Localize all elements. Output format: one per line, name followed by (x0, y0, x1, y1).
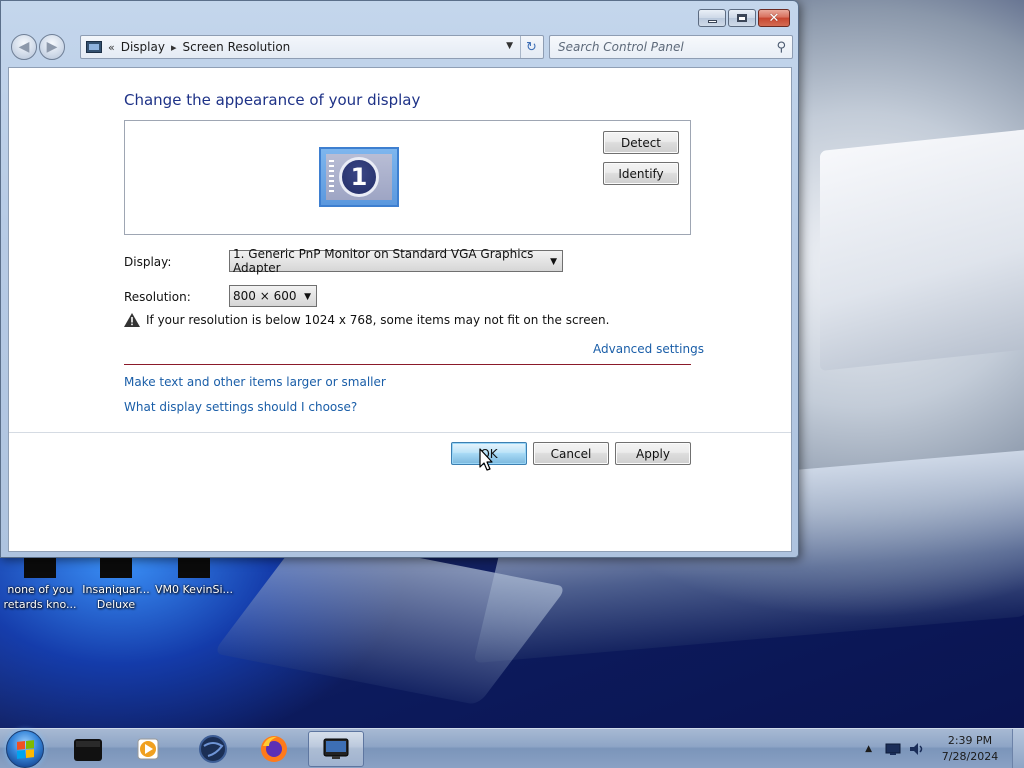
refresh-button[interactable]: ↻ (520, 36, 542, 58)
media-player-icon (137, 738, 159, 760)
globe-icon (199, 735, 227, 763)
taskbar-terminal[interactable] (60, 731, 116, 767)
breadcrumb-separator-icon[interactable]: ▸ (171, 41, 177, 54)
control-panel-icon (86, 41, 102, 53)
display-select[interactable]: 1. Generic PnP Monitor on Standard VGA G… (229, 247, 563, 275)
text-size-link[interactable]: Make text and other items larger or smal… (124, 375, 386, 389)
breadcrumb-overflow[interactable]: « (108, 41, 115, 54)
wallpaper-pane (820, 128, 1024, 372)
display-select-value: 1. Generic PnP Monitor on Standard VGA G… (233, 247, 534, 275)
close-icon: ✕ (768, 10, 780, 26)
display-icon (323, 738, 349, 759)
warning-text: If your resolution is below 1024 x 768, … (146, 313, 610, 327)
network-icon[interactable] (884, 741, 902, 757)
show-desktop-button[interactable] (1012, 729, 1024, 768)
forward-button[interactable]: ▶ (39, 34, 65, 60)
section-divider (124, 364, 691, 365)
desktop-icon-label: Insaniquar... Deluxe (82, 583, 150, 611)
minimize-icon (707, 19, 717, 23)
clock[interactable]: 2:39 PM 7/28/2024 (932, 733, 1008, 765)
monitor-preview-panel: 1 Detect Identify (124, 120, 691, 235)
firefox-icon (261, 736, 287, 762)
file-icon (24, 558, 56, 578)
resolution-select[interactable]: 800 × 600 ▼ (229, 285, 317, 307)
desktop-icon[interactable]: none of you retards kno... (1, 558, 79, 612)
cancel-button[interactable]: Cancel (533, 442, 609, 465)
display-help-link[interactable]: What display settings should I choose? (124, 400, 357, 414)
content-area: Change the appearance of your display 1 … (8, 67, 792, 552)
desktop-icon-label: VM0 KevinSi... (155, 583, 234, 596)
caption-buttons: ✕ (698, 9, 790, 27)
page-title: Change the appearance of your display (124, 91, 421, 109)
system-tray: ▲ 2:39 PM 7/28/2024 (865, 729, 1024, 768)
back-button[interactable]: ◀ (11, 34, 37, 60)
maximize-icon (737, 14, 747, 22)
game-icon (100, 558, 132, 578)
start-button[interactable] (6, 730, 44, 768)
close-button[interactable]: ✕ (758, 9, 790, 27)
minimize-button[interactable] (698, 9, 726, 27)
address-dropdown-icon[interactable]: ▼ (506, 41, 513, 51)
taskbar-screen-resolution[interactable] (308, 731, 364, 767)
clock-time: 2:39 PM (947, 734, 993, 747)
taskbar-media-player[interactable] (120, 731, 176, 767)
breadcrumb-screen-resolution[interactable]: Screen Resolution (183, 40, 291, 54)
chevron-down-icon: ▼ (304, 292, 311, 302)
search-placeholder: Search Control Panel (558, 40, 684, 54)
taskbar-globe-app[interactable] (185, 731, 241, 767)
search-input[interactable]: Search Control Panel ⚲ (549, 35, 793, 59)
breadcrumb-display[interactable]: Display (121, 40, 165, 54)
identify-button[interactable]: Identify (603, 162, 679, 185)
detect-button[interactable]: Detect (603, 131, 679, 154)
clock-date: 7/28/2024 (941, 750, 999, 763)
monitor-thumbnail[interactable]: 1 (319, 147, 399, 207)
desktop-icon-label: none of you retards kno... (3, 583, 77, 611)
windows-logo-icon (16, 739, 34, 759)
advanced-settings-link[interactable]: Advanced settings (593, 342, 704, 356)
desktop-icon[interactable]: VM0 KevinSi... (155, 558, 233, 597)
chevron-down-icon: ▼ (550, 257, 557, 267)
taskbar: ▲ 2:39 PM 7/28/2024 (0, 728, 1024, 768)
apply-button[interactable]: Apply (615, 442, 691, 465)
back-arrow-icon: ◀ (18, 39, 30, 55)
search-icon[interactable]: ⚲ (776, 40, 786, 55)
refresh-icon: ↻ (526, 39, 537, 55)
show-hidden-icons-icon[interactable]: ▲ (865, 744, 872, 754)
screen-resolution-window: ✕ ◀ ▶ « Display ▸ Screen Resolution ▼ ↻ … (0, 0, 799, 558)
desktop-icon[interactable]: Insaniquar... Deluxe (77, 558, 155, 612)
address-bar[interactable]: « Display ▸ Screen Resolution ▼ (80, 35, 544, 59)
navigation-bar: ◀ ▶ « Display ▸ Screen Resolution ▼ ↻ Se… (9, 33, 793, 60)
footer-divider (9, 432, 791, 433)
display-label: Display: (124, 255, 172, 269)
terminal-icon (74, 739, 102, 761)
volume-icon[interactable] (908, 741, 926, 757)
maximize-button[interactable] (728, 9, 756, 27)
taskbar-firefox[interactable] (246, 731, 302, 767)
warning-icon (124, 313, 140, 327)
forward-arrow-icon: ▶ (46, 39, 58, 55)
resolution-warning: If your resolution is below 1024 x 768, … (124, 313, 609, 327)
ok-button[interactable]: OK (451, 442, 527, 465)
monitor-number-badge: 1 (339, 157, 379, 197)
resolution-select-value: 800 × 600 (233, 289, 297, 303)
file-icon (178, 558, 210, 578)
resolution-label: Resolution: (124, 290, 191, 304)
